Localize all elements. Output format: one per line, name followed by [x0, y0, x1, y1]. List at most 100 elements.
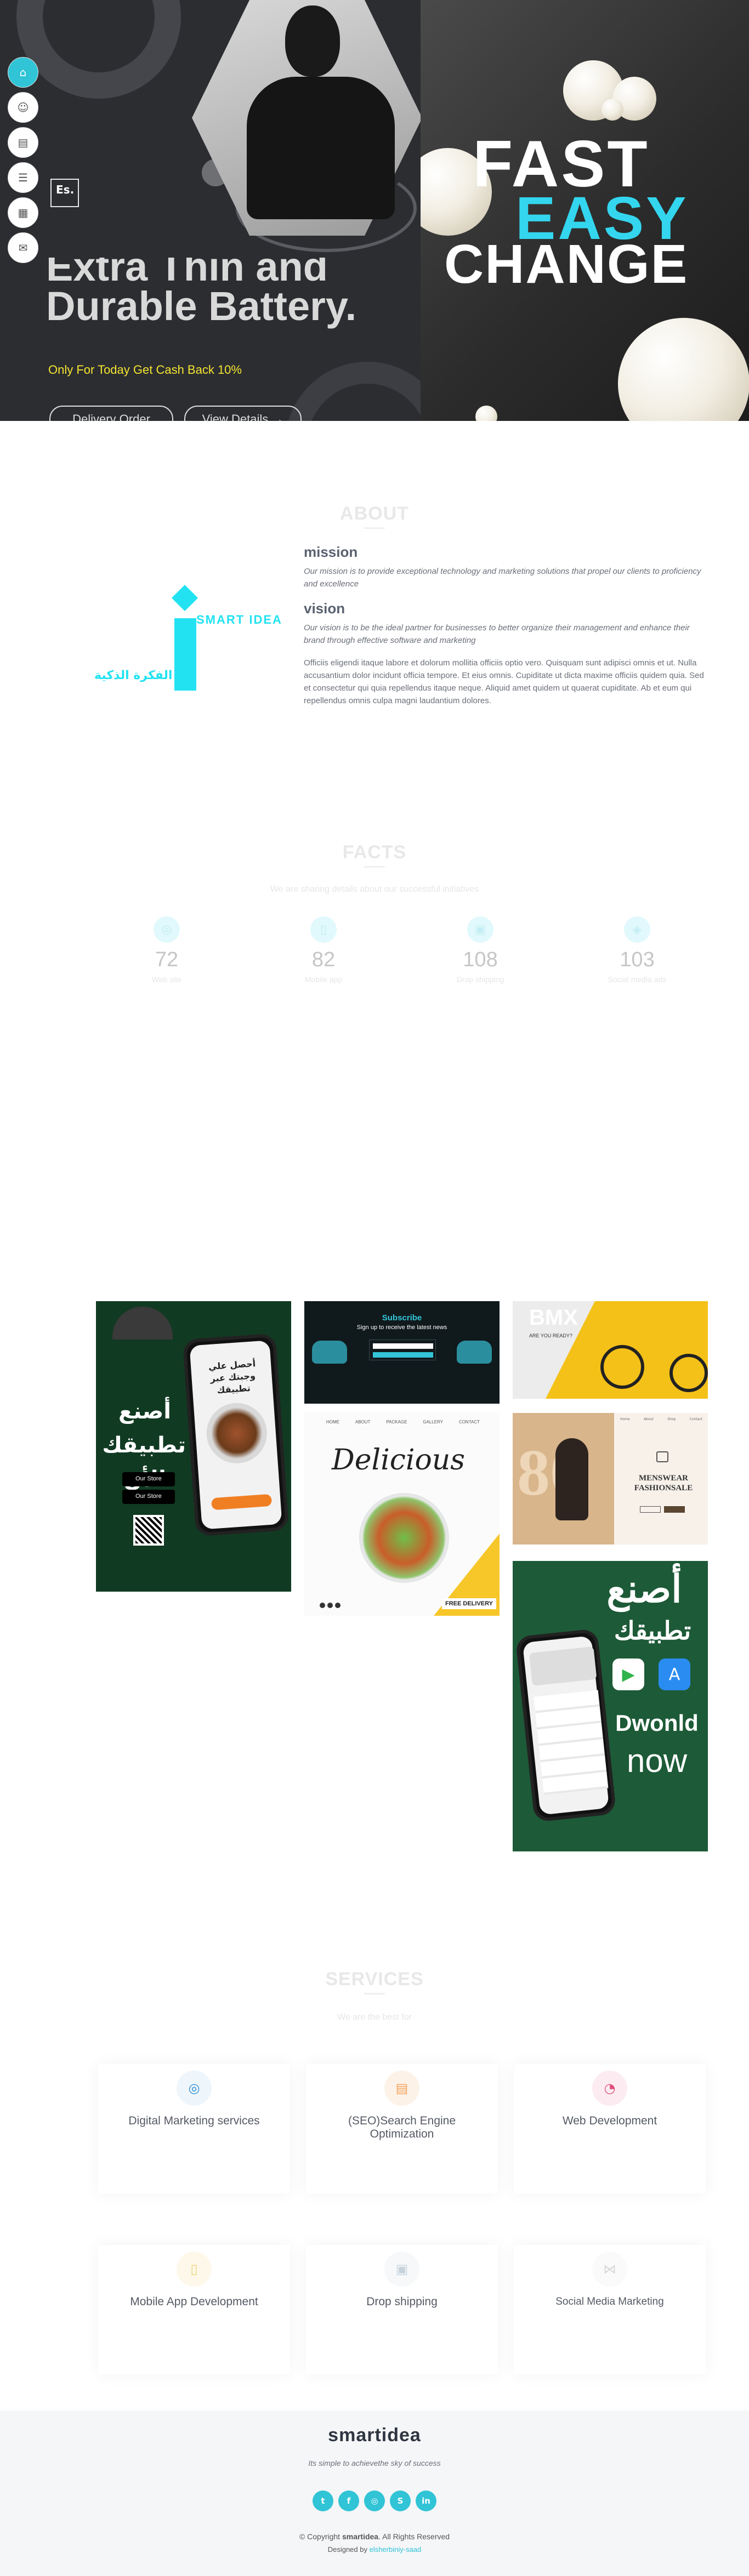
nav-about-button[interactable]: ☺ [8, 92, 38, 123]
delicious-nav-item: HOME [326, 1420, 339, 1424]
footer: smartidea Its simple to achievethe sky o… [0, 2410, 749, 2576]
nav-contact-button[interactable]: ✉ [8, 232, 38, 263]
service-card-web-development[interactable]: ◔ Web Development [514, 2064, 706, 2193]
home-icon: ⌂ [19, 66, 27, 79]
social-dots [320, 1603, 341, 1608]
hero-slide-left: Es. Extra Thin and Durable Battery. Only… [0, 0, 421, 421]
store-badge: Our Store [122, 1472, 175, 1486]
service-card-digital-marketing[interactable]: ◎ Digital Marketing services [98, 2064, 290, 2193]
about-title: ABOUT [340, 503, 409, 524]
decor-sphere [618, 318, 749, 421]
globe-icon: ◎ [154, 916, 180, 943]
fact-label: Mobile app [304, 975, 343, 984]
subscribe-email-field [373, 1343, 433, 1349]
footer-copyright: © Copyright smartidea. All Rights Reserv… [0, 2532, 749, 2541]
portfolio-item-fashion[interactable]: 80 Home About Shop Contact MENSWEAR FASH… [513, 1413, 708, 1545]
hero-change-text: CHANGE [444, 233, 689, 295]
hero-model-photo [285, 5, 340, 77]
about-content: mission Our mission is to provide except… [304, 544, 704, 707]
hero-promo-text: Only For Today Get Cash Back 10% [48, 363, 242, 377]
list-icon: ☰ [18, 171, 28, 184]
delicious-nav-item: CONTACT [458, 1420, 480, 1424]
service-card-mobile-app[interactable]: ▯ Mobile App Development [98, 2245, 290, 2374]
subscribe-button [373, 1352, 433, 1358]
dot-icon [335, 1603, 341, 1608]
phone-app-list [534, 1690, 609, 1795]
nav-home-button[interactable]: ⌂ [8, 57, 38, 88]
bag-icon [656, 1451, 668, 1462]
view-details-label: View Details [202, 412, 269, 421]
service-title: Web Development [562, 2115, 657, 2127]
service-title: Social Media Marketing [555, 2296, 664, 2307]
service-title: Mobile App Development [130, 2295, 258, 2308]
mobile-icon: ▯ [177, 2252, 212, 2287]
file-icon: ▤ [384, 2071, 419, 2106]
portfolio-item-app-arabic[interactable]: أصنع تطبيقك الأن Our Store Our Store أحص… [96, 1301, 291, 1592]
fashion-nav-item: Home [620, 1417, 630, 1421]
fact-item: ◎ 72 Web site [123, 916, 211, 984]
fact-item: ▣ 108 Drop shipping [436, 916, 524, 984]
phone-screen [522, 1635, 610, 1815]
order-button [211, 1494, 273, 1511]
bmx-tagline: ARE YOU READY? [529, 1333, 572, 1338]
car-image [457, 1341, 492, 1364]
portfolio-item-bmx[interactable]: BMX ARE YOU READY? [513, 1301, 708, 1399]
bike-wheel-image [600, 1345, 644, 1389]
download-arabic-heading-1: أصنع [606, 1568, 682, 1610]
side-navigation: ⌂ ☺ ▤ ☰ ▦ ✉ [8, 57, 39, 267]
fact-number: 82 [311, 948, 336, 971]
footer-brand: smartidea [328, 2425, 421, 2446]
fashion-model-image [555, 1438, 588, 1520]
portfolio-item-delicious[interactable]: HOME ABOUT PACKAGE GALLERY CONTACT Delic… [304, 1412, 500, 1616]
delicious-nav-item: GALLERY [423, 1420, 444, 1424]
file-icon: ▤ [18, 136, 29, 149]
skype-icon[interactable]: S [390, 2490, 411, 2511]
portfolio-item-download-app[interactable]: أصنع تطبيقك ▶ A Dwonld now [513, 1561, 708, 1851]
portfolio-item-subscribe[interactable]: Subscribe Sign up to receive the latest … [304, 1301, 500, 1404]
megaphone-icon: ◈ [624, 916, 650, 943]
view-details-button[interactable]: View Details → [184, 406, 302, 421]
service-card-social-media[interactable]: ⋈ Social Media Marketing [514, 2245, 706, 2374]
twitter-icon[interactable]: t [313, 2490, 333, 2511]
footer-credits: Designed by elsherbiniy-saad [0, 2545, 749, 2554]
chat-icon: ✉ [18, 241, 28, 254]
delicious-nav: HOME ABOUT PACKAGE GALLERY CONTACT [326, 1420, 480, 1424]
fashion-button [664, 1506, 685, 1513]
vision-text: Our vision is to be the ideal partner fo… [304, 623, 690, 645]
mission-heading: mission [304, 544, 358, 560]
copyright-suffix: . All Rights Reserved [378, 2532, 450, 2541]
services-title: SERVICES [325, 1969, 424, 1990]
facebook-icon[interactable]: f [338, 2490, 359, 2511]
dot-icon [320, 1603, 325, 1608]
hero-title-line1-wrap: Extra Thin and [46, 258, 356, 285]
nav-services-button[interactable]: ▦ [8, 197, 38, 228]
about-body-text: Officiis eligendi itaque labore et dolor… [304, 658, 704, 705]
decor-sphere [602, 99, 623, 121]
service-card-seo[interactable]: ▤ (SEO)Search Engine Optimization [306, 2064, 498, 2193]
hero-title: Extra Thin and Durable Battery. [46, 258, 356, 328]
globe-icon: ◎ [177, 2071, 212, 2106]
decor-ring [285, 362, 421, 421]
instagram-icon[interactable]: ◎ [364, 2490, 385, 2511]
facts-title: FACTS [342, 842, 407, 863]
service-card-drop-shipping[interactable]: ▣ Drop shipping [306, 2245, 498, 2374]
footer-social-links: t f ◎ S in [313, 2490, 436, 2511]
delivery-order-button[interactable]: Delivery Order [49, 406, 173, 421]
car-image [312, 1341, 347, 1364]
designer-link[interactable]: elsherbiniy-saad [370, 2545, 422, 2554]
es-logo: Es. [50, 179, 79, 207]
fashion-nav-item: Shop [667, 1417, 676, 1421]
nav-facts-button[interactable]: ▤ [8, 127, 38, 158]
decor-ring [16, 0, 181, 99]
store-badge: Our Store [122, 1490, 175, 1504]
delicious-nav-item: ABOUT [355, 1420, 371, 1424]
footer-tagline: Its simple to achievethe sky of success [308, 2459, 441, 2467]
google-play-icon: ▶ [612, 1659, 644, 1690]
arrow-right-icon: → [271, 412, 284, 421]
bike-wheel-image [669, 1354, 708, 1392]
delicious-nav-item: PACKAGE [386, 1420, 407, 1424]
box-icon: ▣ [384, 2252, 419, 2287]
subscribe-form [369, 1340, 436, 1360]
nav-portfolio-button[interactable]: ☰ [8, 162, 38, 193]
linkedin-icon[interactable]: in [416, 2490, 436, 2511]
